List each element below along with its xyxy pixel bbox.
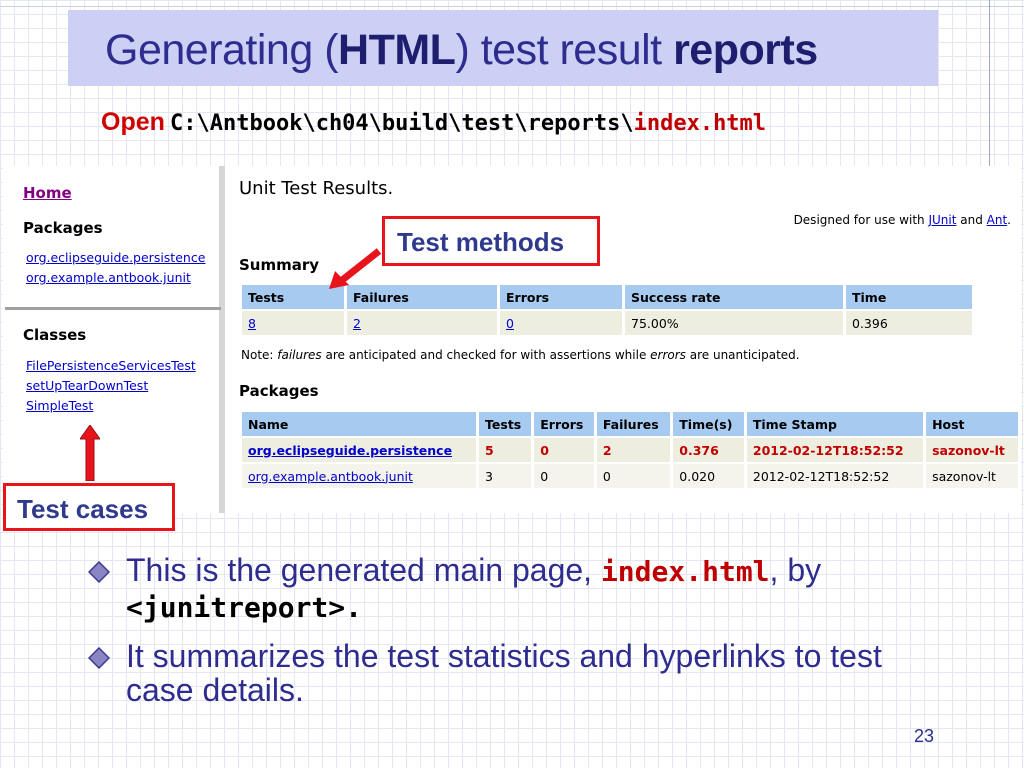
- packages-table: Name Tests Errors Failures Time(s) Time …: [239, 410, 1021, 490]
- junit-link[interactable]: JUnit: [928, 213, 956, 227]
- packages-col-tests: Tests: [479, 412, 532, 436]
- test-cases-callout: Test cases: [3, 483, 175, 531]
- summary-col-time: Time: [846, 285, 972, 309]
- summary-col-success-rate: Success rate: [625, 285, 843, 309]
- package-host-cell: sazonov-lt: [926, 438, 1018, 462]
- packages-heading: Packages: [239, 382, 319, 400]
- package-timestamp-cell: 2012-02-12T18:52:52: [746, 438, 924, 462]
- decorative-line-vertical: [989, 0, 990, 168]
- packages-col-name: Name: [242, 412, 477, 436]
- package-errors-cell: 0: [534, 438, 594, 462]
- packages-col-errors: Errors: [534, 412, 594, 436]
- errors-count-link[interactable]: 0: [506, 316, 514, 331]
- sidebar-classes-heading: Classes: [23, 326, 87, 344]
- slide-title: Generating (HTML) test result reports: [105, 26, 818, 74]
- home-link[interactable]: Home: [23, 184, 72, 202]
- summary-success-rate-cell: 75.00%: [625, 311, 843, 335]
- sidebar-class-link[interactable]: FilePersistenceServicesTest: [26, 358, 196, 373]
- arrow-up-icon: [80, 425, 100, 481]
- package-name-cell: org.eclipseguide.persistence: [242, 438, 477, 462]
- report-sidebar: Home Packages org.eclipseguide.persisten…: [5, 166, 225, 513]
- package-tests-cell: 5: [479, 438, 532, 462]
- sidebar-class-link[interactable]: SimpleTest: [26, 398, 93, 413]
- page-number: 23: [914, 726, 935, 746]
- diamond-bullet-icon: [88, 647, 110, 669]
- package-link[interactable]: org.example.antbook.junit: [248, 469, 413, 484]
- test-methods-callout: Test methods: [382, 216, 600, 266]
- package-host-cell: sazonov-lt: [926, 464, 1018, 488]
- summary-failures-cell: 2: [347, 311, 497, 335]
- failures-count-link[interactable]: 2: [353, 316, 361, 331]
- open-path-line: Open C:\Antbook\ch04\build\test\reports\…: [101, 108, 766, 137]
- package-failures-cell: 2: [596, 438, 671, 462]
- summary-errors-cell: 0: [500, 311, 622, 335]
- package-time-cell: 0.376: [673, 438, 744, 462]
- packages-col-time: Time(s): [673, 412, 744, 436]
- summary-heading: Summary: [239, 256, 320, 274]
- bullet-list: This is the generated main page, index.h…: [84, 553, 954, 721]
- sidebar-package-link[interactable]: org.eclipseguide.persistence: [26, 250, 205, 265]
- summary-note: Note: failures are anticipated and check…: [241, 348, 800, 362]
- summary-tests-cell: 8: [242, 311, 344, 335]
- report-title: Unit Test Results.: [239, 178, 394, 199]
- decorative-line-horizontal: [0, 6, 1024, 7]
- package-timestamp-cell: 2012-02-12T18:52:52: [746, 464, 924, 488]
- summary-col-errors: Errors: [500, 285, 622, 309]
- arrow-diagonal-icon: [329, 248, 382, 289]
- ant-link[interactable]: Ant: [987, 213, 1008, 227]
- package-name-cell: org.example.antbook.junit: [242, 464, 477, 488]
- report-path: C:\Antbook\ch04\build\test\reports\index…: [170, 111, 767, 136]
- open-label: Open: [101, 108, 165, 136]
- packages-col-timestamp: Time Stamp: [746, 412, 924, 436]
- table-row: 8 2 0 75.00% 0.396: [242, 311, 972, 335]
- table-row: org.example.antbook.junit 3 0 0 0.020 20…: [242, 464, 1018, 488]
- packages-col-host: Host: [926, 412, 1018, 436]
- report-main: Unit Test Results. Designed for use with…: [233, 166, 1021, 513]
- summary-table: Tests Failures Errors Success rate Time …: [239, 283, 975, 337]
- package-errors-cell: 0: [534, 464, 594, 488]
- sidebar-packages-heading: Packages: [23, 219, 103, 237]
- package-failures-cell: 0: [596, 464, 671, 488]
- designed-for-note: Designed for use with JUnit and Ant.: [793, 213, 1011, 227]
- table-row: org.eclipseguide.persistence 5 0 2 0.376…: [242, 438, 1018, 462]
- package-tests-cell: 3: [479, 464, 532, 488]
- package-link[interactable]: org.eclipseguide.persistence: [248, 443, 452, 458]
- sidebar-package-link[interactable]: org.example.antbook.junit: [26, 270, 191, 285]
- sidebar-class-link[interactable]: setUpTearDownTest: [26, 378, 148, 393]
- sidebar-divider: [5, 307, 221, 310]
- bullet-item: This is the generated main page, index.h…: [84, 553, 954, 625]
- package-time-cell: 0.020: [673, 464, 744, 488]
- summary-time-cell: 0.396: [846, 311, 972, 335]
- diamond-bullet-icon: [88, 561, 110, 583]
- bullet-item: It summarizes the test statistics and hy…: [84, 639, 954, 707]
- table-header-row: Name Tests Errors Failures Time(s) Time …: [242, 412, 1018, 436]
- tests-count-link[interactable]: 8: [248, 316, 256, 331]
- packages-col-failures: Failures: [596, 412, 671, 436]
